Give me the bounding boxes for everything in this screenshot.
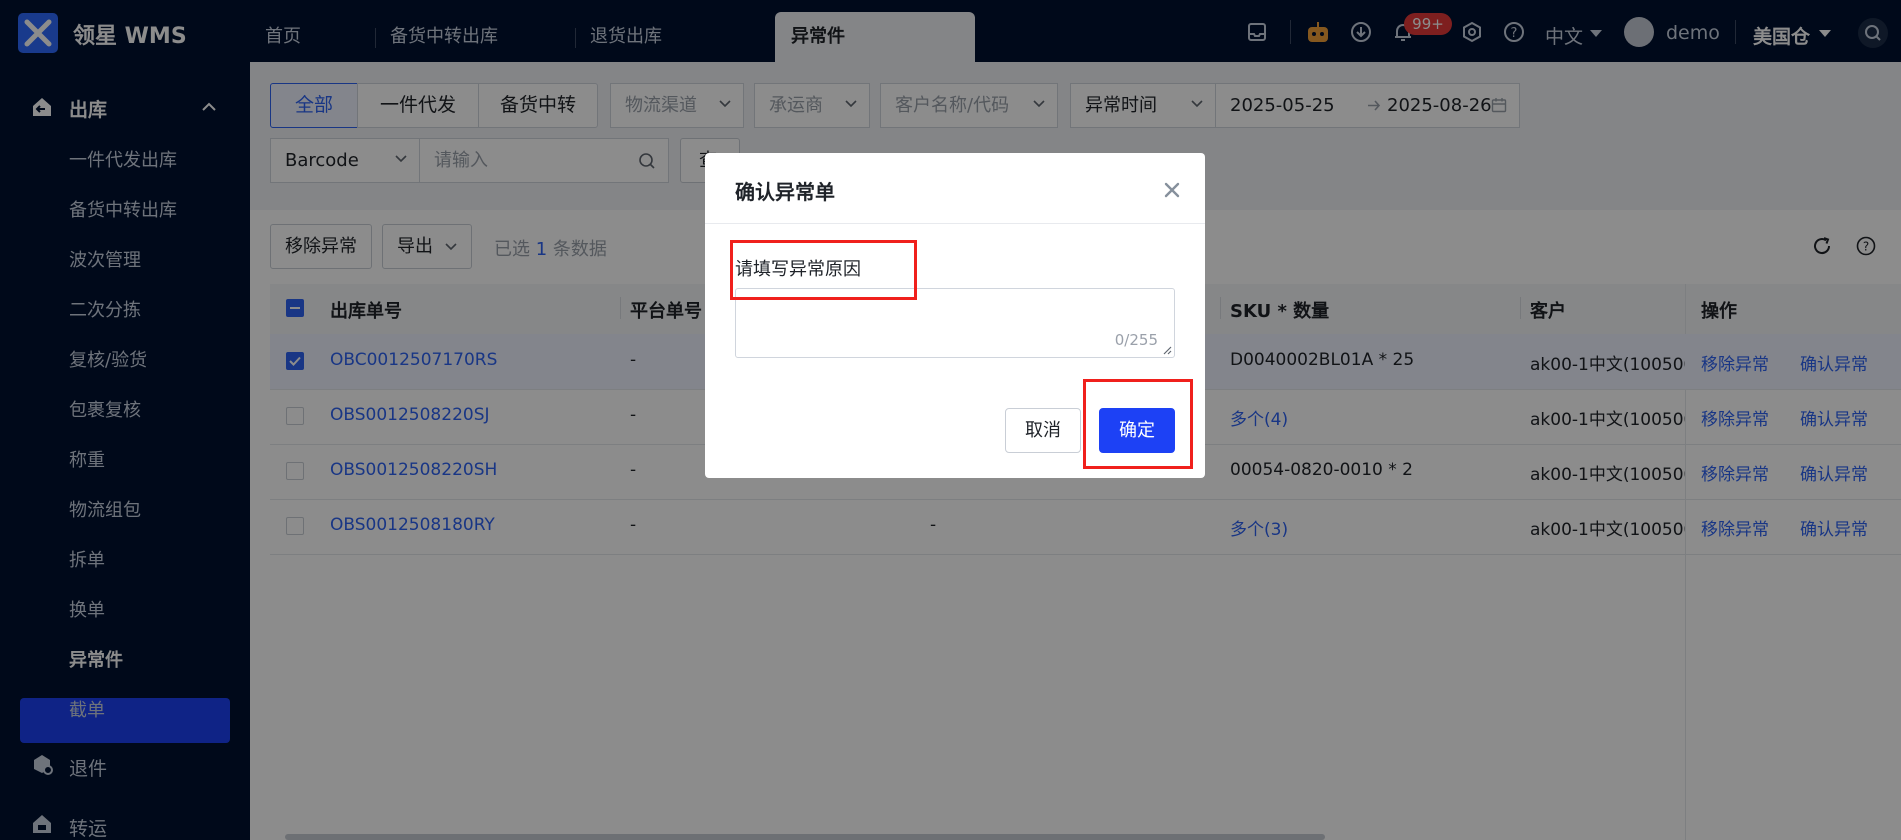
close-icon[interactable] bbox=[1161, 179, 1183, 201]
highlight-box-confirm bbox=[1083, 379, 1193, 469]
modal-title: 确认异常单 bbox=[735, 180, 835, 204]
highlight-box-reason bbox=[730, 240, 917, 300]
resize-handle-icon[interactable] bbox=[1162, 345, 1172, 355]
cancel-button[interactable]: 取消 bbox=[1005, 408, 1081, 453]
modal-divider bbox=[705, 223, 1205, 224]
char-counter: 0/255 bbox=[1114, 331, 1158, 349]
